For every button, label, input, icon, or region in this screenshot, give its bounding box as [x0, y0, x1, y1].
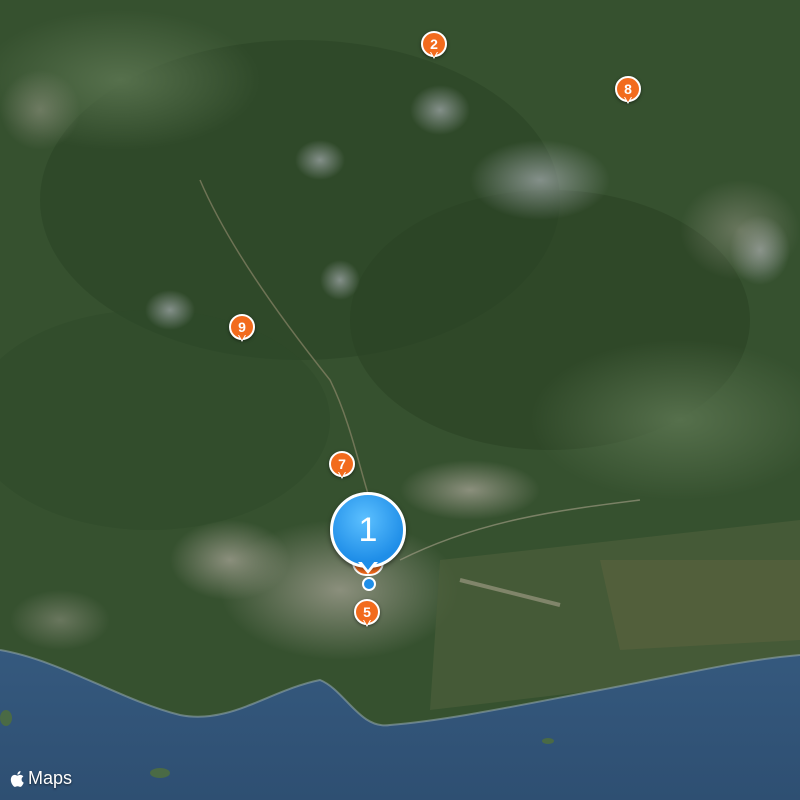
- current-location-dot: [362, 577, 376, 591]
- map-pin-7[interactable]: 7: [329, 451, 355, 479]
- maps-attribution[interactable]: Maps: [10, 768, 72, 789]
- satellite-map[interactable]: 2 8 9 7 5 1 Maps: [0, 0, 800, 800]
- map-pin-9[interactable]: 9: [229, 314, 255, 342]
- map-pin-8[interactable]: 8: [615, 76, 641, 104]
- map-pin-2[interactable]: 2: [421, 31, 447, 59]
- map-pin-5[interactable]: 5: [354, 599, 380, 627]
- apple-logo-icon: [10, 770, 24, 787]
- cluster-pin[interactable]: 1: [330, 492, 406, 574]
- maps-label: Maps: [28, 768, 73, 788]
- satellite-imagery: [0, 0, 800, 800]
- cluster-label: 1: [330, 492, 406, 568]
